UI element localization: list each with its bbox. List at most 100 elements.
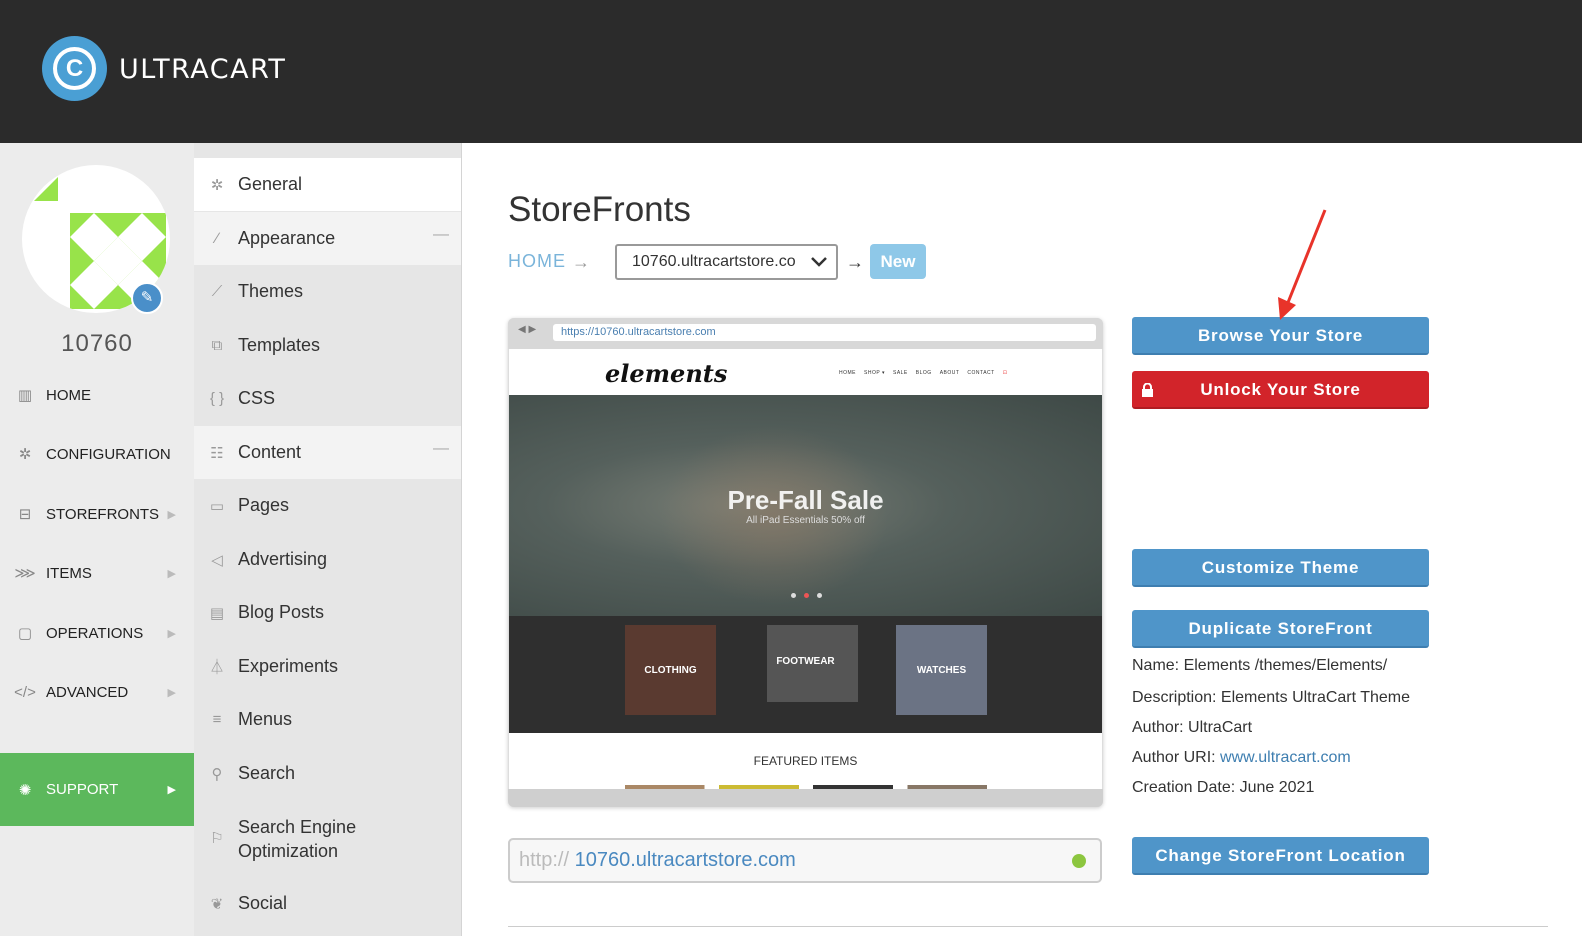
nav-support[interactable]: ✺ SUPPORT ▶ <box>0 753 194 826</box>
subnav-css[interactable]: { } CSS <box>194 372 461 425</box>
subnav-label: Pages <box>238 495 290 515</box>
subnav-label: Blog Posts <box>238 602 325 622</box>
subnav-menus[interactable]: ≡ Menus <box>194 693 461 746</box>
preview-brand: elements <box>605 359 728 388</box>
storefront-select[interactable]: 10760.ultracartstore.co <box>615 244 838 280</box>
nav-label: SUPPORT <box>46 781 119 798</box>
subnav-seo[interactable]: ⚐ Search Engine Optimization <box>194 807 461 871</box>
subnav-templates[interactable]: ⧉ Templates <box>194 319 461 372</box>
brush-icon: ∕ <box>215 230 219 247</box>
subnav-label: Templates <box>238 335 321 355</box>
collapse-icon[interactable]: — <box>433 226 449 244</box>
customize-theme-button[interactable]: Customize Theme <box>1132 549 1429 587</box>
list-icon: ☷ <box>210 444 224 462</box>
caret-right-icon: ▶ <box>167 784 176 796</box>
subnav-pages[interactable]: ▭ Pages <box>194 479 461 532</box>
document-icon: ▤ <box>209 604 225 622</box>
bird-icon: ❦ <box>210 895 224 913</box>
caret-right-icon: ▶ <box>167 686 176 699</box>
storefront-subnav: ✲ General ∕ Appearance — ⟋ Themes ⧉ Temp… <box>194 143 462 936</box>
preview-bottom-bar <box>508 789 1103 807</box>
preview-site: elements HOME SHOP ▾ SALE BLOG ABOUT CONTACT ⊡… <box>509 349 1102 789</box>
chevron-down-icon <box>810 246 828 290</box>
preview-hero-title: Pre-Fall Sale <box>727 485 884 515</box>
collapse-icon[interactable]: — <box>433 440 449 458</box>
status-dot-icon <box>1072 854 1086 868</box>
unlock-store-button[interactable]: Unlock Your Store <box>1132 371 1429 409</box>
preview-back-forward-icon: ◀ ▶ <box>518 324 537 335</box>
edit-avatar-icon[interactable]: ✎ <box>131 282 163 314</box>
content-divider <box>508 926 1548 927</box>
nav-storefronts[interactable]: ⊟ STOREFRONTS ▶ <box>0 494 194 534</box>
gear-icon: ✲ <box>18 446 32 463</box>
breadcrumb-home[interactable]: HOME <box>508 251 566 272</box>
nav-advanced[interactable]: </> ADVANCED ▶ <box>0 672 194 712</box>
bar-chart-icon: ▥ <box>17 387 33 404</box>
storefront-preview[interactable]: ◀ ▶ https://10760.ultracartstore.com ele… <box>508 318 1103 807</box>
left-navigation: ✎ 10760 ▥ HOME ✲ CONFIGURATION ⊟ STOREFR… <box>0 143 194 936</box>
caret-right-icon: ▶ <box>167 627 176 640</box>
subnav-label: Appearance <box>238 228 336 248</box>
duplicate-storefront-button[interactable]: Duplicate StoreFront <box>1132 610 1429 648</box>
flag-icon: ⚐ <box>210 830 224 847</box>
nav-home[interactable]: ▥ HOME <box>0 375 194 415</box>
flask-icon: ⏃ <box>209 659 225 676</box>
url-protocol: http:// <box>519 849 570 871</box>
theme-author-uri: Author URI: www.ultracart.com <box>1132 749 1351 766</box>
subnav-label: Advertising <box>238 549 328 569</box>
subnav-blog-posts[interactable]: ▤ Blog Posts <box>194 586 461 639</box>
breadcrumb-arrow-icon: → <box>572 252 590 272</box>
caret-right-icon: ▶ <box>167 508 176 521</box>
subnav-experiments[interactable]: ⏃ Experiments <box>194 640 461 693</box>
page-icon: ▭ <box>209 497 225 515</box>
nav-label: HOME <box>46 386 91 404</box>
preview-carousel-dots <box>791 585 830 603</box>
subnav-label: Content <box>238 442 302 462</box>
subnav-social[interactable]: ❦ Social <box>194 877 461 930</box>
gear-icon: ✲ <box>210 176 224 194</box>
subnav-search[interactable]: ⚲ Search <box>194 747 461 800</box>
nav-configuration[interactable]: ✲ CONFIGURATION <box>0 434 194 474</box>
preview-site-header: elements HOME SHOP ▾ SALE BLOG ABOUT CONTACT ⊡ <box>509 349 1102 395</box>
menu-icon: ≡ <box>212 711 222 728</box>
nav-items[interactable]: ⋙ ITEMS ▶ <box>0 553 194 593</box>
subnav-label: CSS <box>238 388 276 408</box>
subnav-advertising[interactable]: ◁ Advertising <box>194 533 461 586</box>
preview-featured-heading: FEATURED ITEMS <box>753 754 858 768</box>
new-storefront-button[interactable]: New <box>870 244 926 279</box>
subnav-label: Search <box>238 763 296 783</box>
breadcrumb-arrow-icon: → <box>846 252 864 272</box>
preview-cart-icon: ⊡ <box>1002 370 1008 376</box>
preview-url: https://10760.ultracartstore.com <box>553 324 1096 341</box>
templates-icon: ⧉ <box>211 337 223 354</box>
tags-icon: ⋙ <box>14 565 36 582</box>
preview-browser-chrome: ◀ ▶ https://10760.ultracartstore.com <box>508 318 1103 349</box>
subnav-content[interactable]: ☷ Content — <box>194 426 461 479</box>
ultracart-logo-icon[interactable]: C <box>42 36 107 101</box>
dropper-icon: ⟋ <box>211 283 223 300</box>
change-storefront-location-button[interactable]: Change StoreFront Location <box>1132 837 1429 875</box>
storefront-select-value: 10760.ultracartstore.co <box>632 253 796 270</box>
lock-icon <box>1142 383 1153 397</box>
preview-category-clothing: CLOTHING <box>625 625 716 715</box>
storefront-url-field[interactable]: http:// 10760.ultracartstore.com <box>508 838 1102 883</box>
subnav-general[interactable]: ✲ General <box>194 158 461 211</box>
lightbulb-icon: ✺ <box>18 781 32 799</box>
annotation-arrow-icon <box>1278 209 1327 320</box>
nav-label: CONFIGURATION <box>46 445 171 463</box>
page-title: StoreFronts <box>508 190 691 229</box>
subnav-themes[interactable]: ⟋ Themes <box>194 265 461 318</box>
url-host[interactable]: 10760.ultracartstore.com <box>575 849 796 871</box>
subnav-appearance[interactable]: ∕ Appearance — <box>194 212 461 265</box>
code-icon: </> <box>14 683 36 701</box>
nav-label: ADVANCED <box>46 683 129 701</box>
top-header: C ULTRACART <box>0 0 1582 143</box>
author-uri-link[interactable]: www.ultracart.com <box>1220 749 1351 766</box>
preview-hero-subtitle: All iPad Essentials 50% off <box>746 515 865 526</box>
megaphone-icon: ◁ <box>211 551 223 569</box>
theme-creation-date: Creation Date: June 2021 <box>1132 779 1315 796</box>
nav-operations[interactable]: ▢ OPERATIONS ▶ <box>0 613 194 653</box>
theme-author: Author: UltraCart <box>1132 719 1253 736</box>
preview-category-watches: WATCHES <box>896 625 987 715</box>
preview-categories: CLOTHING FOOTWEAR WATCHES <box>509 616 1102 733</box>
